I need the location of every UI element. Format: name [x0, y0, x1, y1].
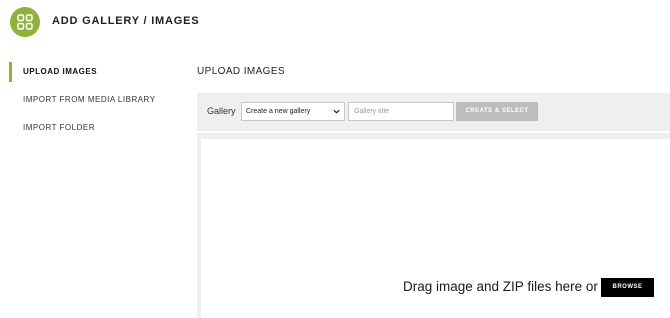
gallery-select[interactable]: Create a new gallery — [241, 102, 345, 121]
browse-button[interactable]: BROWSE — [601, 278, 654, 297]
chevron-down-icon — [333, 109, 340, 114]
header: ADD GALLERY / IMAGES — [0, 0, 670, 45]
section-title: UPLOAD IMAGES — [197, 66, 285, 77]
sidebar-item-import-from-media-library[interactable]: IMPORT FROM MEDIA LIBRARY — [0, 86, 190, 114]
grid-icon-glyph — [17, 14, 33, 30]
gallery-select-value: Create a new gallery — [246, 108, 311, 115]
grid-icon — [10, 7, 40, 37]
sidebar-item-upload-images[interactable]: UPLOAD IMAGES — [0, 58, 190, 86]
add-gallery-page: ADD GALLERY / IMAGES UPLOAD IMAGES IMPOR… — [0, 0, 670, 318]
create-and-select-button[interactable]: CREATE & SELECT — [456, 102, 538, 121]
gallery-title-input[interactable] — [348, 102, 454, 121]
gallery-label: Gallery — [207, 106, 236, 116]
dropzone[interactable]: Drag image and ZIP files here or BROWSE — [201, 139, 670, 318]
dropzone-frame: Drag image and ZIP files here or BROWSE — [197, 133, 670, 318]
gallery-toolbar: Gallery Create a new gallery CREATE & SE… — [197, 93, 670, 131]
page-title: ADD GALLERY / IMAGES — [52, 15, 200, 27]
sidebar: UPLOAD IMAGES IMPORT FROM MEDIA LIBRARY … — [0, 58, 190, 142]
sidebar-item-import-folder[interactable]: IMPORT FOLDER — [0, 114, 190, 142]
dropzone-text: Drag image and ZIP files here or — [403, 279, 598, 294]
